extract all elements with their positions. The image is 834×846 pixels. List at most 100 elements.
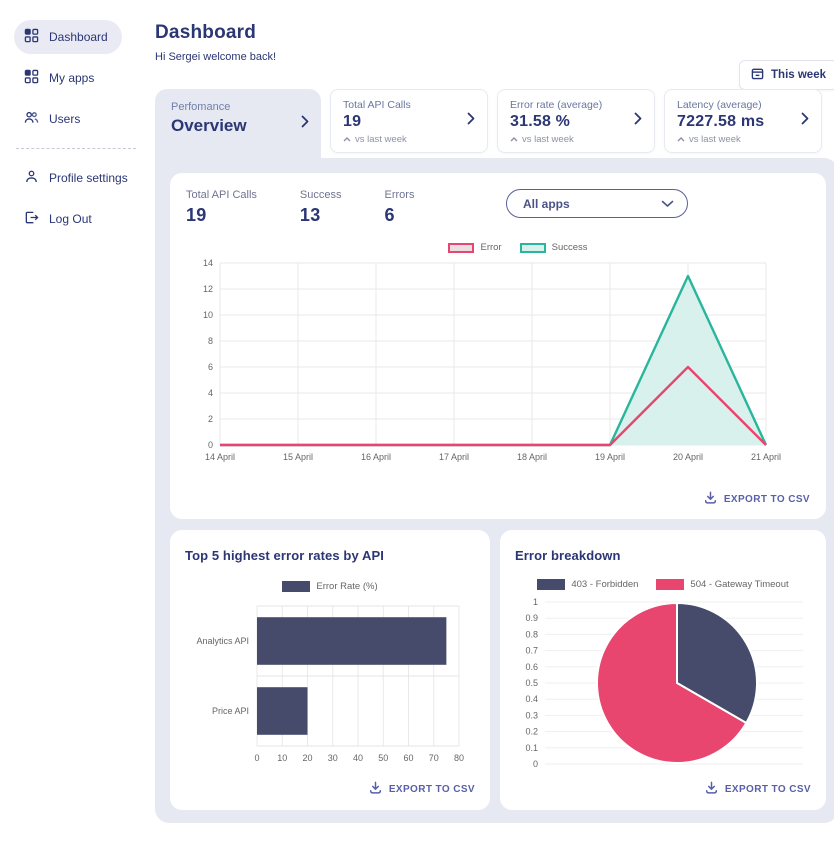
chevron-down-icon [661,197,674,211]
legend-swatch [282,581,310,592]
api-calls-line-chart: 0246810121414 April15 April16 April17 Ap… [186,255,791,469]
svg-text:18 April: 18 April [517,452,547,462]
svg-text:0: 0 [254,753,259,763]
svg-text:80: 80 [454,753,464,763]
error-rates-legend: Error Rate (%) [185,581,475,592]
export-csv-label: EXPORT TO CSV [389,784,475,795]
svg-text:70: 70 [429,753,439,763]
error-breakdown-card: Error breakdown 403 - Forbidden 504 - Gat… [500,530,826,810]
svg-text:1: 1 [533,597,538,607]
tab-kicker: Perfomance [171,101,307,113]
download-icon [369,781,382,797]
sidebar: Dashboard My apps Users Profile settings… [0,0,150,846]
trend-label: vs last week [355,134,407,145]
svg-text:14: 14 [203,258,213,268]
svg-text:Price API: Price API [212,706,249,716]
sidebar-item-log-out[interactable]: Log Out [14,202,106,236]
stat-label: Success [300,189,342,201]
svg-text:40: 40 [353,753,363,763]
period-selector-button[interactable]: This week [739,60,834,90]
svg-text:0.7: 0.7 [525,646,538,656]
tab-performance-overview[interactable]: Perfomance Overview [155,89,321,158]
stat-card-label: Error rate (average) [510,99,642,111]
legend-item[interactable]: 504 - Gateway Timeout [656,579,788,590]
legend-item[interactable]: Success [520,242,588,253]
stat-card-value: 19 [343,113,475,131]
svg-text:Analytics API: Analytics API [196,636,249,646]
caret-up-icon [510,134,518,145]
error-breakdown-title: Error breakdown [515,548,811,563]
stat-card-total-api-calls[interactable]: Total API Calls 19 vs last week [330,89,488,153]
stat-errors: Errors 6 [385,189,415,226]
sidebar-item-users[interactable]: Users [14,102,94,136]
legend-item[interactable]: Error Rate (%) [282,581,377,592]
stat-card-label: Total API Calls [343,99,475,111]
sidebar-item-label: Dashboard [49,30,108,44]
svg-text:20 April: 20 April [673,452,703,462]
calendar-icon [751,67,764,83]
greeting-text: Hi Sergei welcome back! [155,51,834,63]
api-calls-legend: Error Success [226,242,810,253]
svg-text:17 April: 17 April [439,452,469,462]
person-icon [24,169,39,187]
main-content: Dashboard Hi Sergei welcome back! This w… [150,0,834,846]
stat-card-value: 7227.58 ms [677,113,809,131]
stat-cards-row: Perfomance Overview Total API Calls 19 v… [155,89,834,158]
grid-icon [24,28,39,46]
export-csv-button[interactable]: EXPORT TO CSV [185,781,475,797]
export-csv-label: EXPORT TO CSV [724,494,810,505]
stat-card-latency[interactable]: Latency (average) 7227.58 ms vs last wee… [664,89,822,153]
sidebar-item-dashboard[interactable]: Dashboard [14,20,122,54]
period-selector-label: This week [771,69,826,81]
download-icon [705,781,718,797]
users-icon [24,110,39,128]
overview-stats-row: Total API Calls 19 Success 13 Errors 6 A… [186,189,810,226]
sidebar-item-my-apps[interactable]: My apps [14,61,108,95]
legend-label: 504 - Gateway Timeout [690,579,788,590]
legend-label: Success [552,242,588,253]
legend-swatch [448,243,474,253]
logout-icon [24,210,39,228]
legend-item[interactable]: 403 - Forbidden [537,579,638,590]
stat-value: 19 [186,205,257,226]
svg-text:60: 60 [403,753,413,763]
apps-filter-dropdown[interactable]: All apps [506,189,688,218]
svg-text:21 April: 21 April [751,452,781,462]
stat-success: Success 13 [300,189,342,226]
error-breakdown-legend: 403 - Forbidden 504 - Gateway Timeout [515,579,811,590]
sidebar-item-profile-settings[interactable]: Profile settings [14,161,142,195]
svg-text:8: 8 [208,336,213,346]
stat-total-api-calls: Total API Calls 19 [186,189,257,226]
bottom-cards-row: Top 5 highest error rates by API Error R… [170,530,826,810]
legend-swatch [656,579,684,590]
download-icon [704,491,717,507]
export-csv-button[interactable]: EXPORT TO CSV [186,491,810,507]
sidebar-item-label: Log Out [49,212,92,226]
api-calls-card: Total API Calls 19 Success 13 Errors 6 A… [170,173,826,519]
svg-text:0.3: 0.3 [525,710,538,720]
error-rates-title: Top 5 highest error rates by API [185,548,475,563]
svg-text:0.5: 0.5 [525,678,538,688]
error-breakdown-pie-chart: 10.90.80.70.60.50.40.30.20.10 [515,594,811,774]
svg-text:0.8: 0.8 [525,629,538,639]
caret-up-icon [343,134,351,145]
svg-text:15 April: 15 April [283,452,313,462]
legend-item[interactable]: Error [448,242,501,253]
error-rates-bar-chart: 01020304050607080Analytics APIPrice API [185,600,477,768]
chevron-right-icon [467,112,475,130]
export-csv-button[interactable]: EXPORT TO CSV [515,781,811,797]
error-rates-card: Top 5 highest error rates by API Error R… [170,530,490,810]
apps-filter-value: All apps [523,197,570,211]
svg-text:4: 4 [208,388,213,398]
stat-value: 6 [385,205,415,226]
trend-label: vs last week [522,134,574,145]
svg-text:16 April: 16 April [361,452,391,462]
stat-card-error-rate[interactable]: Error rate (average) 31.58 % vs last wee… [497,89,655,153]
svg-text:0: 0 [533,759,538,769]
overview-section: Total API Calls 19 Success 13 Errors 6 A… [155,158,834,823]
legend-swatch [537,579,565,590]
stat-card-label: Latency (average) [677,99,809,111]
chevron-right-icon [301,115,309,133]
trend-label: vs last week [689,134,741,145]
svg-text:0.9: 0.9 [525,613,538,623]
